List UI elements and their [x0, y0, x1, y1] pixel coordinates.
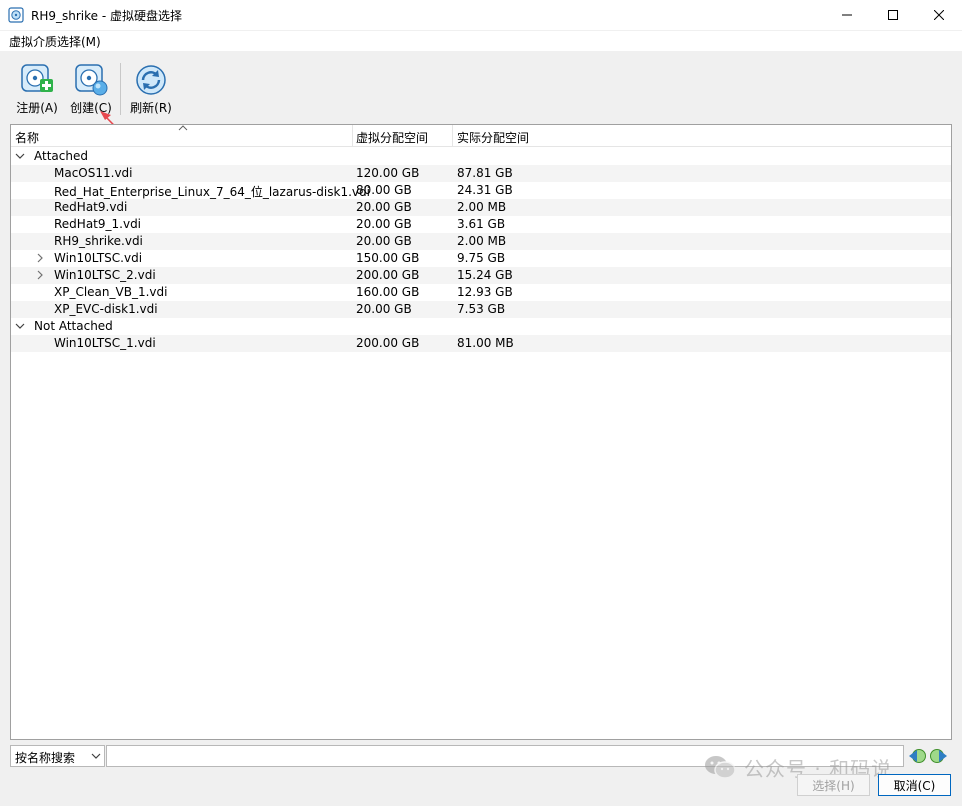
sort-ascending-icon: [178, 125, 188, 131]
column-header-name[interactable]: 名称: [15, 129, 39, 146]
column-divider[interactable]: [452, 125, 453, 147]
register-disk-icon: [21, 64, 53, 92]
title-bar: RH9_shrike - 虚拟硬盘选择: [0, 0, 962, 30]
chevron-down-icon: [91, 753, 101, 759]
table-row[interactable]: XP_Clean_VB_1.vdi 160.00 GB 12.93 GB: [11, 284, 951, 301]
disk-name: RedHat9.vdi: [54, 200, 128, 214]
virtual-size: 80.00 GB: [356, 183, 412, 197]
actual-size: 24.31 GB: [457, 183, 513, 197]
create-button[interactable]: 创建(C): [66, 63, 116, 119]
table-row[interactable]: Red_Hat_Enterprise_Linux_7_64_位_lazarus-…: [11, 182, 951, 199]
maximize-icon: [888, 10, 898, 20]
disk-tree-view[interactable]: 名称 虚拟分配空间 实际分配空间 Attached MacOS11.vdi 12…: [10, 124, 952, 740]
window-title: RH9_shrike - 虚拟硬盘选择: [31, 9, 182, 23]
virtual-size: 150.00 GB: [356, 251, 420, 265]
column-header-actual-size[interactable]: 实际分配空间: [457, 129, 529, 146]
disk-name: RedHat9_1.vdi: [54, 217, 142, 231]
virtual-size: 20.00 GB: [356, 200, 412, 214]
chevron-down-icon[interactable]: [15, 321, 25, 331]
table-row[interactable]: RedHat9.vdi 20.00 GB 2.00 MB: [11, 199, 951, 216]
table-row[interactable]: Win10LTSC_1.vdi 200.00 GB 81.00 MB: [11, 335, 951, 352]
search-mode-value: 按名称搜索: [15, 751, 76, 765]
actual-size: 12.93 GB: [457, 285, 513, 299]
create-disk-icon: [75, 64, 108, 96]
table-row[interactable]: Win10LTSC_2.vdi 200.00 GB 15.24 GB: [11, 267, 951, 284]
actual-size: 81.00 MB: [457, 336, 514, 350]
chevron-right-icon[interactable]: [35, 253, 45, 263]
refresh-label: 刷新(R): [130, 101, 172, 115]
chevron-right-icon[interactable]: [35, 270, 45, 280]
search-input[interactable]: [106, 745, 904, 767]
actual-size: 9.75 GB: [457, 251, 506, 265]
create-label: 创建(C): [70, 101, 112, 115]
virtual-size: 20.00 GB: [356, 217, 412, 231]
disk-name: XP_Clean_VB_1.vdi: [54, 285, 168, 299]
virtual-size: 160.00 GB: [356, 285, 420, 299]
virtual-size: 200.00 GB: [356, 336, 420, 350]
group-row-not-attached[interactable]: Not Attached: [11, 318, 951, 335]
column-header-virtual-size[interactable]: 虚拟分配空间: [356, 129, 428, 146]
table-row[interactable]: MacOS11.vdi 120.00 GB 87.81 GB: [11, 165, 951, 182]
disk-name: Win10LTSC_1.vdi: [54, 336, 156, 350]
actual-size: 15.24 GB: [457, 268, 513, 282]
table-row[interactable]: XP_EVC-disk1.vdi 20.00 GB 7.53 GB: [11, 301, 951, 318]
disk-name: Win10LTSC_2.vdi: [54, 268, 156, 282]
maximize-button[interactable]: [870, 0, 916, 30]
group-row-attached[interactable]: Attached: [11, 148, 951, 165]
search-bar: 按名称搜索: [10, 745, 952, 767]
disk-name: Win10LTSC.vdi: [54, 251, 143, 265]
group-name: Not Attached: [34, 319, 113, 333]
group-name: Attached: [34, 149, 88, 163]
actual-size: 2.00 MB: [457, 234, 507, 248]
select-button[interactable]: 选择(H): [797, 774, 870, 796]
refresh-button[interactable]: 刷新(R): [126, 63, 176, 119]
register-button[interactable]: 注册(A): [12, 63, 62, 119]
search-next-icon[interactable]: [930, 747, 948, 765]
disk-name: XP_EVC-disk1.vdi: [54, 302, 158, 316]
column-divider[interactable]: [951, 125, 952, 147]
chevron-down-icon[interactable]: [15, 151, 25, 161]
disk-name: MacOS11.vdi: [54, 166, 133, 180]
disk-name: Red_Hat_Enterprise_Linux_7_64_位_lazarus-…: [54, 185, 370, 199]
menu-virtual-media-selection[interactable]: 虚拟介质选择(M): [9, 33, 101, 50]
search-mode-select[interactable]: 按名称搜索: [10, 745, 105, 767]
close-icon: [934, 10, 944, 20]
actual-size: 7.53 GB: [457, 302, 506, 316]
table-header: 名称 虚拟分配空间 实际分配空间: [11, 125, 951, 147]
table-row[interactable]: Win10LTSC.vdi 150.00 GB 9.75 GB: [11, 250, 951, 267]
actual-size: 3.61 GB: [457, 217, 506, 231]
table-row[interactable]: RedHat9_1.vdi 20.00 GB 3.61 GB: [11, 216, 951, 233]
minimize-button[interactable]: [824, 0, 870, 30]
table-row[interactable]: RH9_shrike.vdi 20.00 GB 2.00 MB: [11, 233, 951, 250]
menu-bar: 虚拟介质选择(M): [0, 31, 962, 51]
virtual-size: 20.00 GB: [356, 302, 412, 316]
actual-size: 87.81 GB: [457, 166, 513, 180]
register-label: 注册(A): [16, 101, 58, 115]
column-divider[interactable]: [352, 125, 353, 147]
search-previous-icon[interactable]: [908, 747, 926, 765]
cancel-button[interactable]: 取消(C): [878, 774, 951, 796]
virtual-size: 20.00 GB: [356, 234, 412, 248]
virtual-size: 200.00 GB: [356, 268, 420, 282]
virtual-size: 120.00 GB: [356, 166, 420, 180]
virtual-disk-selector-window: RH9_shrike - 虚拟硬盘选择 虚拟介质选择(M) 注册(A) 创建(C…: [0, 0, 962, 806]
actual-size: 2.00 MB: [457, 200, 507, 214]
app-disk-icon: [8, 7, 24, 23]
refresh-icon: [136, 65, 166, 95]
close-button[interactable]: [916, 0, 962, 30]
disk-name: RH9_shrike.vdi: [54, 234, 143, 248]
toolbar: 注册(A) 创建(C) 刷新(R): [0, 51, 962, 123]
minimize-icon: [842, 14, 852, 16]
